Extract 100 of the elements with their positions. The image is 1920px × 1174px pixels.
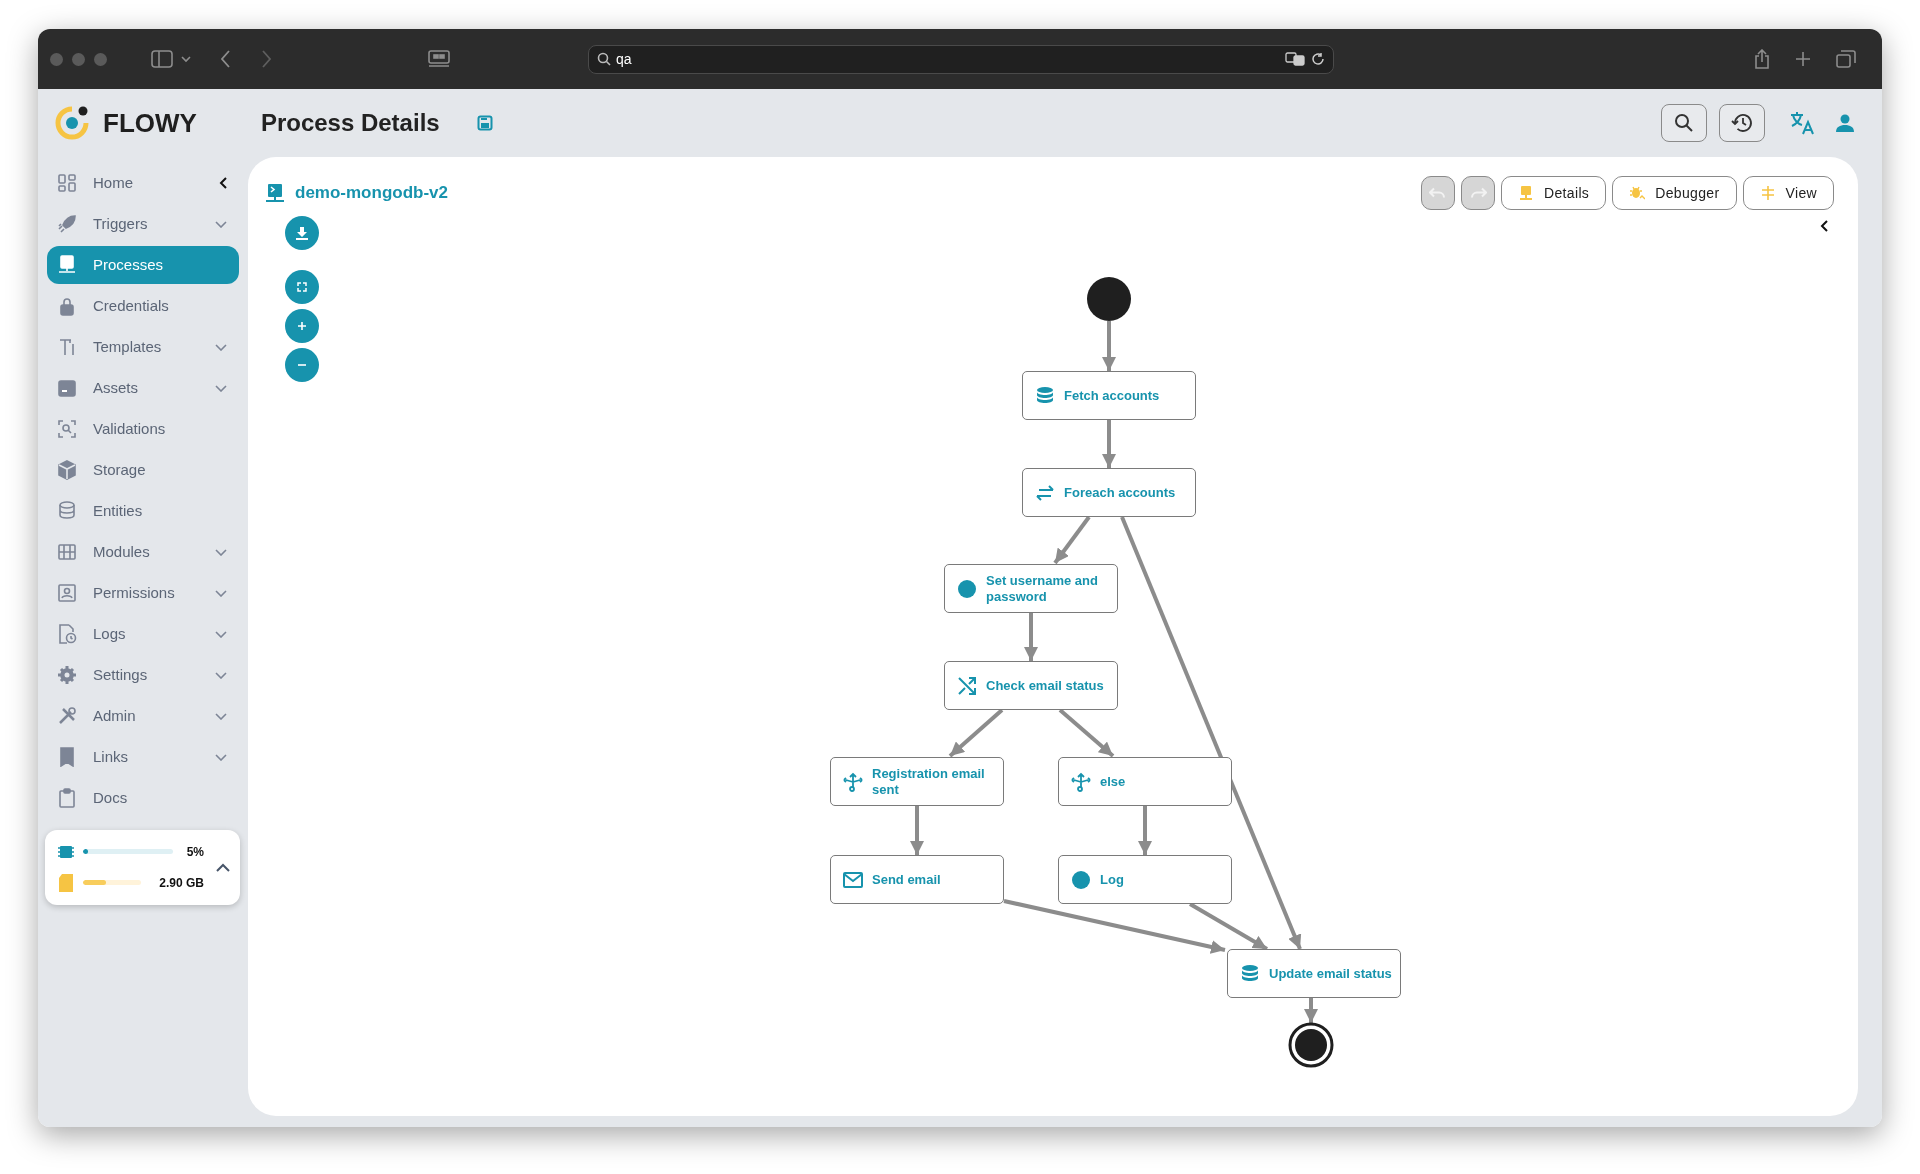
back-icon[interactable] [221, 50, 231, 68]
save-icon[interactable] [476, 115, 493, 131]
process-step-node[interactable]: Set username and password [944, 564, 1118, 613]
address-bar[interactable]: qa [588, 44, 1334, 74]
sidebar-item[interactable]: Home [47, 164, 239, 202]
process-step-node[interactable]: Update email status [1227, 949, 1401, 998]
process-step-node[interactable]: Send email [830, 855, 1004, 904]
chevron-down-icon[interactable] [215, 671, 227, 679]
connector-arrow [1304, 998, 1318, 1023]
chevron-down-icon[interactable] [215, 753, 227, 761]
dot-icon [957, 578, 977, 599]
sidebar-item[interactable]: Admin [47, 697, 239, 735]
chevron-down-icon[interactable] [215, 712, 227, 720]
branch-icon [1071, 771, 1091, 792]
sidebar-item[interactable]: Modules [47, 533, 239, 571]
chevron-down-icon[interactable] [215, 630, 227, 638]
connector-arrow [1053, 515, 1091, 565]
end-node[interactable] [1288, 1022, 1334, 1068]
process-step-node[interactable]: else [1058, 757, 1232, 806]
page-title: Process Details [260, 108, 440, 138]
new-tab-icon[interactable] [1795, 51, 1811, 67]
sidebar-item[interactable]: Templates [47, 328, 239, 366]
node-label: Log [1100, 871, 1124, 888]
node-label: Fetch accounts [1064, 387, 1160, 404]
sidebar-item[interactable]: Triggers [47, 205, 239, 243]
sidebar-item[interactable]: Credentials [47, 287, 239, 325]
process-step-node[interactable]: Registration email sent [830, 757, 1004, 806]
sidebar-item-label: Docs [93, 787, 129, 808]
history-button[interactable] [1719, 104, 1765, 142]
scan-search-icon [57, 419, 77, 439]
user-icon[interactable] [1835, 113, 1855, 133]
chevron-down-icon[interactable] [215, 384, 227, 392]
reader-icon[interactable] [428, 50, 450, 68]
collapse-sidebar-icon[interactable] [219, 177, 227, 189]
process-icon [1517, 185, 1534, 201]
sidebar-item-label: Settings [93, 664, 149, 685]
share-icon[interactable] [1754, 49, 1770, 69]
sidebar-item-label: Processes [93, 254, 165, 275]
process-step-node[interactable]: Fetch accounts [1022, 371, 1196, 420]
document-clock-icon [57, 624, 77, 644]
fit-view-button[interactable] [285, 270, 319, 304]
text-format-icon [57, 337, 77, 357]
chevron-up-icon[interactable] [216, 863, 230, 872]
window-close-button[interactable] [50, 52, 63, 66]
toolbar-button[interactable]: Debugger [1612, 176, 1737, 210]
cube-icon [57, 460, 77, 480]
window-zoom-button[interactable] [94, 52, 107, 66]
id-card-icon [57, 583, 77, 603]
chevron-down-icon[interactable] [215, 589, 227, 597]
process-step-node[interactable]: Log [1058, 855, 1232, 904]
brand-name: FLOWY [103, 106, 197, 140]
toolbar-button[interactable]: Details [1500, 176, 1607, 210]
sidebar-toggle-icon[interactable] [151, 50, 173, 68]
sidebar-item[interactable]: Processes [47, 246, 239, 284]
archive-icon [57, 378, 77, 398]
toolbar-button[interactable]: View [1742, 176, 1834, 210]
database-icon [1240, 963, 1260, 984]
chevron-down-icon[interactable] [215, 548, 227, 556]
swap-arrows-icon [1035, 482, 1055, 503]
start-node[interactable] [1087, 277, 1131, 321]
zoom-out-button[interactable] [285, 348, 319, 382]
reload-icon[interactable] [1311, 52, 1325, 66]
sidebar-item[interactable]: Links [47, 738, 239, 776]
sidebar-item-label: Templates [93, 336, 163, 357]
sidebar-item[interactable]: Permissions [47, 574, 239, 612]
translate-icon[interactable] [1285, 52, 1305, 66]
split-view-icon [1759, 185, 1776, 201]
sidebar-item[interactable]: Entities [47, 492, 239, 530]
shuffle-icon [957, 675, 977, 696]
bug-icon [1629, 185, 1646, 201]
chevron-down-icon[interactable] [181, 55, 191, 63]
search-icon [1674, 113, 1694, 133]
tab-overview-icon[interactable] [1836, 50, 1856, 68]
collapse-panel-icon[interactable] [1820, 220, 1828, 232]
process-icon [265, 183, 285, 203]
connector-arrow [1024, 613, 1038, 661]
redo-icon [1468, 187, 1487, 199]
sidebar-item[interactable]: Logs [47, 615, 239, 653]
sidebar-item[interactable]: Validations [47, 410, 239, 448]
connector-arrow [1058, 708, 1115, 758]
process-step-node[interactable]: Foreach accounts [1022, 468, 1196, 517]
download-button[interactable] [285, 216, 319, 250]
chevron-down-icon[interactable] [215, 220, 227, 228]
search-button[interactable] [1661, 104, 1707, 142]
sidebar-item[interactable]: Settings [47, 656, 239, 694]
sidebar-item[interactable]: Docs [47, 779, 239, 817]
address-text: qa [616, 49, 632, 69]
forward-icon[interactable] [261, 50, 271, 68]
zoom-in-button[interactable] [285, 309, 319, 343]
dot-icon [1071, 869, 1091, 890]
sidebar-item[interactable]: Assets [47, 369, 239, 407]
sidebar-item-label: Assets [93, 377, 139, 398]
chevron-down-icon[interactable] [215, 343, 227, 351]
fit-view-icon [297, 282, 307, 292]
window-minimize-button[interactable] [72, 52, 85, 66]
clipboard-icon [57, 788, 77, 808]
sidebar-item-label: Permissions [93, 582, 176, 603]
sidebar-item[interactable]: Storage [47, 451, 239, 489]
process-name: demo-mongodb-v2 [295, 182, 448, 205]
process-step-node[interactable]: Check email status [944, 661, 1118, 710]
